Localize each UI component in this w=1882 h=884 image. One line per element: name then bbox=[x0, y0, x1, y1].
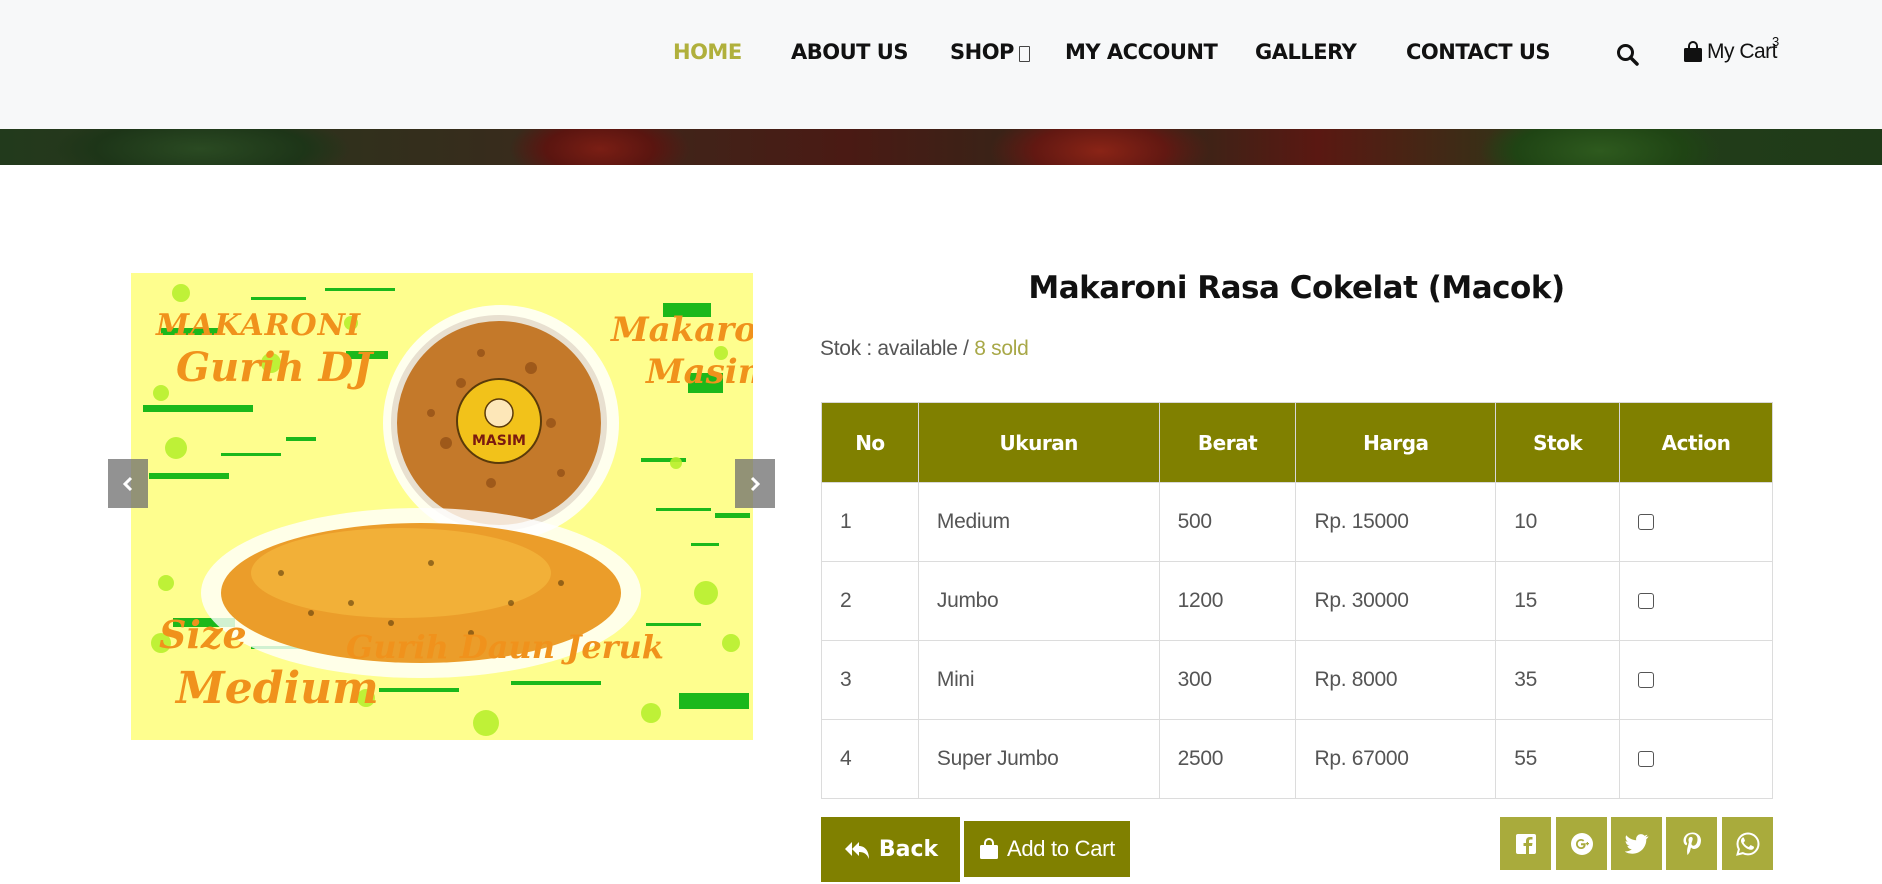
cell-harga: Rp. 8000 bbox=[1295, 640, 1497, 720]
cart-count-badge: 3 bbox=[1772, 34, 1780, 49]
cell-ukuran: Jumbo bbox=[917, 561, 1160, 641]
my-cart-link[interactable]: My Cart bbox=[1683, 40, 1778, 64]
share-google-plus-button[interactable] bbox=[1556, 817, 1607, 870]
whatsapp-icon bbox=[1735, 831, 1760, 856]
site-header: HOME ABOUT US SHOP MY ACCOUNT GALLERY CO… bbox=[0, 0, 1882, 129]
google-plus-icon bbox=[1570, 832, 1593, 855]
twitter-icon bbox=[1624, 833, 1648, 854]
back-label: Back bbox=[878, 837, 939, 862]
size-options-table: No Ukuran Berat Harga Stok Action 1 Medi… bbox=[821, 402, 1773, 799]
product-title: Makaroni Rasa Cokelat (Macok) bbox=[1028, 270, 1565, 306]
select-checkbox[interactable] bbox=[1638, 672, 1655, 689]
table-row: 4 Super Jumbo 2500 Rp. 67000 55 bbox=[821, 719, 1773, 799]
select-checkbox[interactable] bbox=[1638, 751, 1655, 768]
cell-action bbox=[1619, 640, 1773, 720]
brand-right-line2: Masim bbox=[645, 352, 753, 392]
share-facebook-button[interactable] bbox=[1500, 817, 1551, 870]
product-image: MASIM MAKARONI Gurih DJ Makaroni Masim S… bbox=[131, 273, 753, 740]
cell-berat: 2500 bbox=[1158, 719, 1297, 799]
cell-no: 3 bbox=[821, 640, 919, 720]
nav-about-us[interactable]: ABOUT US bbox=[791, 40, 908, 64]
cell-harga: Rp. 67000 bbox=[1295, 719, 1497, 799]
cell-berat: 300 bbox=[1158, 640, 1297, 720]
cell-berat: 1200 bbox=[1158, 561, 1297, 641]
brand-left-line2: Gurih DJ bbox=[176, 344, 375, 391]
table-row: 2 Jumbo 1200 Rp. 30000 15 bbox=[821, 561, 1773, 641]
pinterest-icon bbox=[1683, 832, 1701, 855]
chevron-left-icon bbox=[122, 476, 133, 491]
shopping-bag-icon bbox=[980, 838, 998, 859]
cell-action bbox=[1619, 719, 1773, 799]
nav-home[interactable]: HOME bbox=[673, 40, 742, 64]
cell-ukuran: Medium bbox=[917, 482, 1160, 562]
flavor-label: Gurih Daun Jeruk bbox=[346, 628, 664, 666]
stock-status: Stok : available / 8 sold bbox=[820, 337, 1029, 361]
table-header-row: No Ukuran Berat Harga Stok Action bbox=[821, 402, 1773, 483]
cell-ukuran: Super Jumbo bbox=[917, 719, 1160, 799]
cell-no: 1 bbox=[821, 482, 919, 562]
brand-right-line1: Makaroni bbox=[610, 310, 753, 350]
cell-action bbox=[1619, 561, 1773, 641]
reply-all-icon bbox=[844, 841, 869, 859]
cell-no: 4 bbox=[821, 719, 919, 799]
col-header-stok: Stok bbox=[1495, 402, 1621, 483]
search-icon[interactable] bbox=[1615, 42, 1641, 68]
share-twitter-button[interactable] bbox=[1611, 817, 1662, 870]
shopping-bag-icon bbox=[1684, 41, 1702, 62]
lid-label: MASIM bbox=[472, 433, 526, 449]
col-header-berat: Berat bbox=[1158, 402, 1297, 483]
cell-stok: 10 bbox=[1495, 482, 1621, 562]
size-label: Size bbox=[159, 612, 247, 657]
slider-prev-button[interactable] bbox=[108, 459, 148, 508]
facebook-icon bbox=[1515, 833, 1536, 854]
cell-action bbox=[1619, 482, 1773, 562]
stock-text: Stok : available / bbox=[820, 337, 975, 360]
cell-stok: 55 bbox=[1495, 719, 1621, 799]
slider-next-button[interactable] bbox=[735, 459, 775, 508]
size-value: Medium bbox=[174, 663, 379, 714]
cell-harga: Rp. 15000 bbox=[1295, 482, 1497, 562]
hero-banner-strip bbox=[0, 129, 1882, 165]
share-whatsapp-button[interactable] bbox=[1722, 817, 1773, 870]
shop-dropdown-icon[interactable] bbox=[1019, 46, 1030, 62]
brand-left-line1: MAKARONI bbox=[155, 308, 361, 343]
add-to-cart-button[interactable]: Add to Cart bbox=[964, 821, 1130, 877]
back-button[interactable]: Back bbox=[821, 817, 960, 882]
nav-my-account[interactable]: MY ACCOUNT bbox=[1065, 40, 1218, 64]
select-checkbox[interactable] bbox=[1638, 514, 1655, 531]
cell-stok: 15 bbox=[1495, 561, 1621, 641]
sold-count: 8 sold bbox=[974, 337, 1029, 360]
cell-ukuran: Mini bbox=[917, 640, 1160, 720]
cell-no: 2 bbox=[821, 561, 919, 641]
col-header-action: Action bbox=[1619, 402, 1773, 483]
add-to-cart-label: Add to Cart bbox=[1007, 836, 1115, 861]
cell-berat: 500 bbox=[1158, 482, 1297, 562]
select-checkbox[interactable] bbox=[1638, 593, 1655, 610]
table-row: 1 Medium 500 Rp. 15000 10 bbox=[821, 482, 1773, 562]
nav-gallery[interactable]: GALLERY bbox=[1255, 40, 1357, 64]
table-row: 3 Mini 300 Rp. 8000 35 bbox=[821, 640, 1773, 720]
col-header-no: No bbox=[821, 402, 919, 483]
nav-contact-us[interactable]: CONTACT US bbox=[1406, 40, 1551, 64]
share-pinterest-button[interactable] bbox=[1666, 817, 1717, 870]
col-header-ukuran: Ukuran bbox=[917, 402, 1160, 483]
nav-shop[interactable]: SHOP bbox=[950, 40, 1014, 64]
chevron-right-icon bbox=[750, 476, 761, 491]
col-header-harga: Harga bbox=[1295, 402, 1497, 483]
cell-stok: 35 bbox=[1495, 640, 1621, 720]
cart-label: My Cart bbox=[1707, 40, 1778, 63]
cell-harga: Rp. 30000 bbox=[1295, 561, 1497, 641]
